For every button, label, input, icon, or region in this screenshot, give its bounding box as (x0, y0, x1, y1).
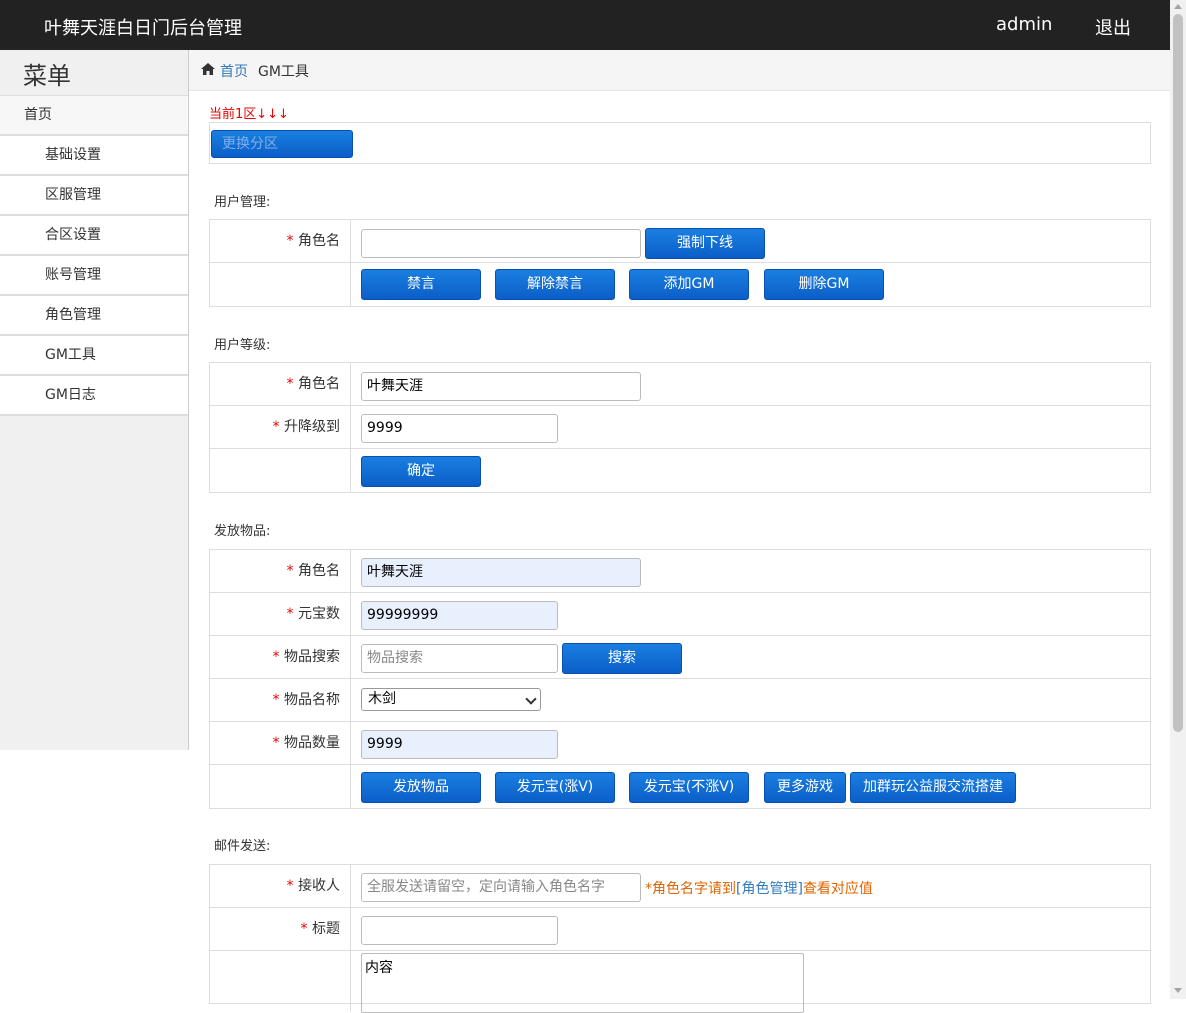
field-label: * 物品搜索 (210, 636, 351, 678)
logout-button[interactable]: 退出 (1095, 14, 1131, 40)
sidebar-title: 菜单 (0, 50, 188, 96)
field-label: * 标题 (210, 908, 351, 950)
field-label: * 角色名 (210, 220, 351, 262)
change-zone-button[interactable]: 更换分区 (211, 130, 353, 158)
form-row-level: * 升降级到 9999 (210, 406, 1150, 449)
role-name-input[interactable] (361, 229, 641, 258)
join-group-button[interactable]: 加群玩公益服交流搭建 (850, 772, 1016, 803)
scroll-up-arrow-icon[interactable] (1174, 4, 1182, 9)
field-label (210, 263, 351, 306)
breadcrumb: 首页 GM工具 (189, 50, 1170, 91)
field-label (210, 449, 351, 492)
section-title-user-manage: 用户管理: (214, 195, 271, 210)
target-level-input[interactable]: 9999 (361, 414, 558, 443)
mail-subject-input[interactable] (361, 916, 558, 945)
field-label: * 物品数量 (210, 722, 351, 764)
receiver-hint: *角色名字请到[角色管理]查看对应值 (645, 881, 873, 897)
mute-button[interactable]: 禁言 (361, 269, 481, 300)
items-send-table: * 角色名 叶舞天涯 * 元宝数 99999999 * 物品搜索 物品搜索 搜索… (209, 549, 1151, 809)
field-label: * 物品名称 (210, 679, 351, 721)
page-scrollbar[interactable] (1170, 0, 1186, 999)
breadcrumb-current: GM工具 (258, 64, 309, 80)
item-search-input[interactable]: 物品搜索 (361, 644, 558, 673)
sidebar-item-server-manage[interactable]: 区服管理 (0, 176, 188, 216)
top-navbar: 叶舞天涯白日门后台管理 admin 退出 (0, 0, 1170, 50)
field-label: * 升降级到 (210, 406, 351, 448)
sidebar-item-basic-settings[interactable]: 基础设置 (0, 136, 188, 176)
form-row-role: * 角色名 强制下线 (210, 220, 1150, 263)
field-label: * 接收人 (210, 865, 351, 907)
field-label: * 角色名 (210, 363, 351, 405)
send-item-button[interactable]: 发放物品 (361, 772, 481, 803)
sidebar: 菜单 首页 基础设置 区服管理 合区设置 账号管理 角色管理 GM工具 GM日志 (0, 50, 189, 750)
force-offline-button[interactable]: 强制下线 (645, 228, 765, 259)
field-label (210, 951, 351, 1011)
mail-table: * 接收人 全服发送请留空，定向请输入角色名字 *角色名字请到[角色管理]查看对… (209, 864, 1151, 1013)
form-row-item-name: * 物品名称 木剑 (210, 679, 1150, 722)
item-quantity-input[interactable]: 9999 (361, 730, 558, 759)
user-level-table: * 角色名 叶舞天涯 * 升降级到 9999 确定 (209, 362, 1151, 493)
form-row-gold: * 元宝数 99999999 (210, 593, 1150, 636)
item-search-button[interactable]: 搜索 (562, 643, 682, 674)
section-title-user-level: 用户等级: (214, 338, 271, 353)
field-label: * 元宝数 (210, 593, 351, 635)
role-manage-link[interactable]: [角色管理] (736, 881, 803, 897)
items-role-name-input[interactable]: 叶舞天涯 (361, 558, 641, 587)
home-icon[interactable] (201, 63, 215, 75)
gold-amount-input[interactable]: 99999999 (361, 601, 558, 630)
item-name-select[interactable]: 木剑 (361, 688, 541, 711)
sidebar-item-gm-log[interactable]: GM日志 (0, 376, 188, 416)
mail-content-textarea[interactable]: 内容 (361, 953, 804, 1013)
form-row-content: 内容 (210, 951, 1150, 1013)
chevron-down-icon (525, 693, 537, 705)
level-role-name-input[interactable]: 叶舞天涯 (361, 372, 641, 401)
section-title-items: 发放物品: (214, 524, 271, 539)
field-label: * 角色名 (210, 550, 351, 592)
sidebar-item-merge-settings[interactable]: 合区设置 (0, 216, 188, 256)
form-row-role: * 角色名 叶舞天涯 (210, 550, 1150, 593)
add-gm-button[interactable]: 添加GM (629, 269, 749, 300)
remove-gm-button[interactable]: 删除GM (764, 269, 884, 300)
current-user[interactable]: admin (996, 14, 1052, 35)
item-name-selected: 木剑 (368, 691, 396, 707)
form-row-item-actions: 发放物品 发元宝(涨V) 发元宝(不涨V) 更多游戏 加群玩公益服交流搭建 (210, 765, 1150, 808)
current-zone-label: 当前1区↓↓↓ (209, 107, 289, 122)
unmute-button[interactable]: 解除禁言 (495, 269, 615, 300)
scroll-down-arrow-icon[interactable] (1174, 988, 1182, 993)
send-gold-vip-button[interactable]: 发元宝(涨V) (495, 772, 615, 803)
form-row-subject: * 标题 (210, 908, 1150, 951)
sidebar-item-gm-tools[interactable]: GM工具 (0, 336, 188, 376)
field-label (210, 765, 351, 808)
form-row-confirm: 确定 (210, 449, 1150, 492)
mail-receiver-input[interactable]: 全服发送请留空，定向请输入角色名字 (361, 873, 641, 902)
breadcrumb-home-link[interactable]: 首页 (220, 61, 248, 81)
form-row-receiver: * 接收人 全服发送请留空，定向请输入角色名字 *角色名字请到[角色管理]查看对… (210, 865, 1150, 908)
zone-panel: 更换分区 (209, 122, 1151, 164)
sidebar-item-home[interactable]: 首页 (0, 96, 188, 136)
sidebar-item-account-manage[interactable]: 账号管理 (0, 256, 188, 296)
user-manage-table: * 角色名 强制下线 禁言 解除禁言 添加GM 删除GM (209, 219, 1151, 307)
app-title: 叶舞天涯白日门后台管理 (44, 18, 242, 39)
send-gold-no-vip-button[interactable]: 发元宝(不涨V) (629, 772, 749, 803)
form-row-item-qty: * 物品数量 9999 (210, 722, 1150, 765)
form-row-item-search: * 物品搜索 物品搜索 搜索 (210, 636, 1150, 679)
confirm-level-button[interactable]: 确定 (361, 456, 481, 487)
form-row-actions: 禁言 解除禁言 添加GM 删除GM (210, 263, 1150, 306)
scroll-thumb[interactable] (1173, 14, 1183, 732)
more-games-button[interactable]: 更多游戏 (764, 772, 846, 803)
sidebar-item-role-manage[interactable]: 角色管理 (0, 296, 188, 336)
section-title-mail: 邮件发送: (214, 839, 271, 854)
form-row-role: * 角色名 叶舞天涯 (210, 363, 1150, 406)
